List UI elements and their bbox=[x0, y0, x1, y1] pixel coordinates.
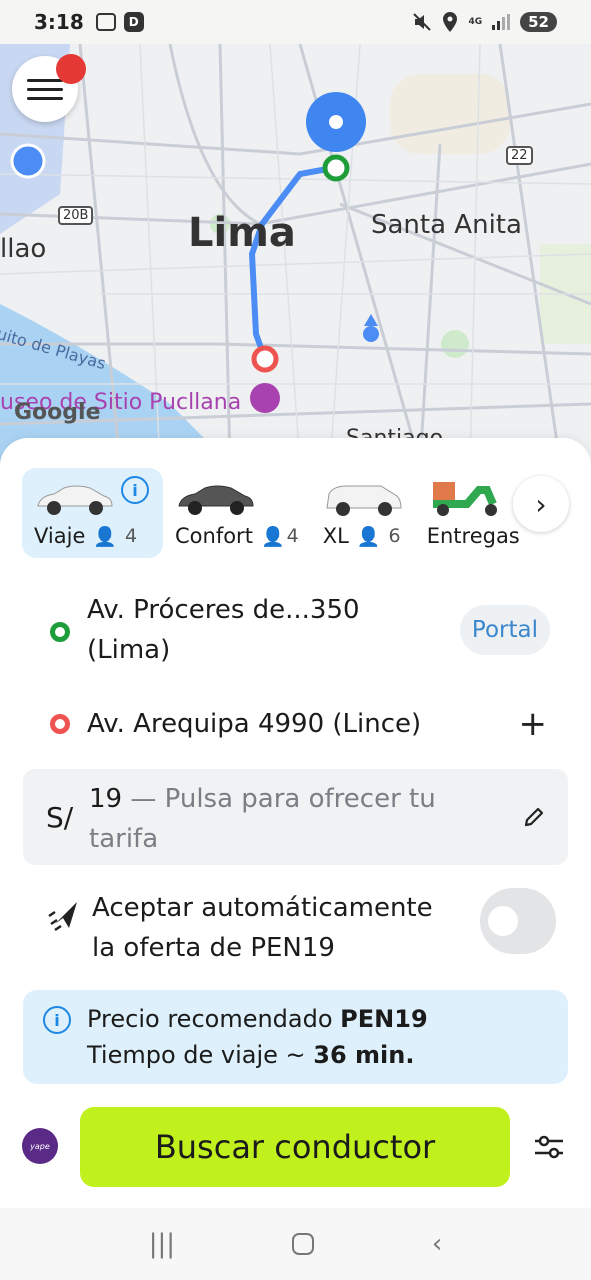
fare-input[interactable]: S/ 19 — Pulsa para ofrecer tu tarifa bbox=[23, 769, 568, 865]
system-nav-bar: ||| ‹ bbox=[0, 1208, 591, 1280]
tariff-confort[interactable]: Confort 👤 4 bbox=[163, 468, 311, 558]
delivery-scooter-icon bbox=[432, 482, 497, 516]
destination-dot-icon bbox=[50, 714, 70, 734]
origin-address: Av. Próceres de...350 bbox=[87, 595, 360, 625]
auto-accept-line2: la oferta de PEN19 bbox=[92, 933, 335, 963]
person-icon: 👤 bbox=[260, 525, 285, 548]
tariff-label: Confort bbox=[175, 524, 253, 548]
payment-method-button[interactable]: yape bbox=[22, 1128, 58, 1164]
price-value: PEN19 bbox=[340, 1005, 428, 1033]
home-icon[interactable] bbox=[292, 1233, 315, 1255]
road-shield-20b: 20B bbox=[58, 206, 94, 225]
price-label: Precio recomendado bbox=[87, 1005, 341, 1033]
tariff-label: Viaje bbox=[34, 524, 86, 548]
location-icon bbox=[443, 12, 458, 32]
status-bar: 3:18 D 4G 52 bbox=[0, 0, 591, 44]
info-icon: i bbox=[43, 1006, 71, 1034]
google-logo: Google bbox=[14, 400, 101, 425]
destination-field[interactable]: Av. Arequipa 4990 (Lince) bbox=[87, 704, 421, 744]
tariff-viaje[interactable]: i Viaje 👤 4 bbox=[22, 468, 163, 558]
map-view[interactable]: Lima Santa Anita llao uito de Playas use… bbox=[0, 44, 591, 464]
hamburger-icon bbox=[27, 73, 63, 106]
fast-arrow-icon bbox=[48, 902, 77, 932]
network-type: 4G bbox=[468, 16, 483, 27]
map-label-district: Santa Anita bbox=[371, 210, 522, 240]
info-icon[interactable]: i bbox=[121, 476, 149, 504]
tariff-selector: i Viaje 👤 4 Confort 👤 4 XL 👤 6 Entregas bbox=[22, 468, 591, 560]
map-label-callao: llao bbox=[0, 234, 47, 264]
time-label: Tiempo de viaje ~ bbox=[87, 1041, 314, 1069]
sedan-dark-icon bbox=[178, 485, 254, 515]
d-app-icon: D bbox=[123, 12, 144, 32]
origin-dot-icon bbox=[50, 622, 70, 642]
fare-placeholder-1: — Pulsa para ofrecer tu bbox=[122, 784, 436, 814]
auto-accept-row: Aceptar automáticamente la oferta de PEN… bbox=[0, 888, 591, 978]
tariff-capacity: 4 bbox=[125, 525, 138, 547]
portal-button[interactable]: Portal bbox=[459, 605, 550, 655]
tariff-capacity: 6 bbox=[388, 525, 401, 547]
settings-sliders-icon[interactable] bbox=[535, 1134, 563, 1160]
auto-accept-toggle[interactable] bbox=[480, 888, 556, 954]
screen-record-icon bbox=[95, 13, 116, 31]
sedan-white-icon bbox=[37, 485, 113, 515]
currency-symbol: S/ bbox=[46, 801, 74, 834]
tariff-label: Entregas bbox=[426, 524, 520, 548]
status-time: 3:18 bbox=[34, 10, 84, 34]
notification-dot bbox=[56, 54, 86, 84]
add-stop-icon[interactable]: + bbox=[519, 704, 548, 744]
road-shield-22: 22 bbox=[506, 146, 533, 165]
recent-apps-icon[interactable]: ||| bbox=[149, 1229, 175, 1259]
map-label-city: Lima bbox=[188, 210, 296, 256]
mute-icon bbox=[413, 13, 432, 31]
time-value: 36 min. bbox=[313, 1041, 415, 1069]
back-icon[interactable]: ‹ bbox=[432, 1229, 442, 1259]
price-recommendation: i Precio recomendado PEN19 Tiempo de via… bbox=[23, 990, 568, 1084]
person-icon: 👤 bbox=[356, 525, 381, 548]
tariff-xl[interactable]: XL 👤 6 bbox=[311, 468, 415, 558]
tariff-capacity: 4 bbox=[286, 525, 299, 547]
tariff-label: XL bbox=[322, 524, 349, 548]
bottom-actions: yape Buscar conductor bbox=[0, 1106, 591, 1190]
battery-indicator: 52 bbox=[520, 12, 557, 32]
edit-pencil-icon[interactable] bbox=[522, 805, 546, 829]
chevron-right-icon[interactable]: › bbox=[513, 476, 569, 532]
ride-request-sheet: i Viaje 👤 4 Confort 👤 4 XL 👤 6 Entregas › Av. … bbox=[0, 438, 591, 1208]
search-driver-button[interactable]: Buscar conductor bbox=[80, 1107, 510, 1187]
person-icon: 👤 bbox=[93, 525, 118, 548]
origin-district: (Lima) bbox=[87, 635, 171, 665]
auto-accept-line1: Aceptar automáticamente bbox=[92, 893, 433, 923]
signal-icon bbox=[492, 14, 511, 30]
origin-field[interactable]: Av. Próceres de...350 (Lima) bbox=[87, 590, 360, 670]
yape-logo: yape bbox=[30, 1141, 50, 1151]
fare-value: 19 bbox=[89, 784, 123, 814]
fare-placeholder-2: tarifa bbox=[89, 824, 159, 854]
van-icon bbox=[326, 485, 402, 516]
